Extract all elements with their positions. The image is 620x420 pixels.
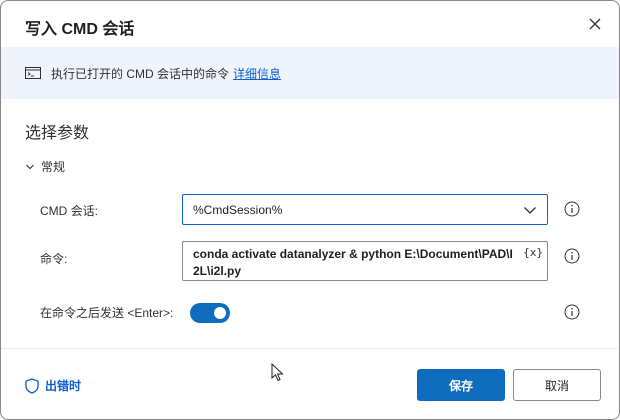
cmd-icon xyxy=(25,67,41,79)
command-value: conda activate datanalyzer & python E:\D… xyxy=(193,247,513,278)
general-group-toggle[interactable]: 常规 xyxy=(25,158,65,175)
mouse-cursor-icon xyxy=(271,363,284,382)
chevron-down-icon xyxy=(25,162,35,172)
close-icon xyxy=(589,18,601,30)
toggle-knob xyxy=(214,307,226,319)
command-input[interactable]: conda activate datanalyzer & python E:\D… xyxy=(182,241,548,281)
on-error-label: 出错时 xyxy=(45,379,82,393)
info-description: 执行已打开的 CMD 会话中的命令 xyxy=(51,66,229,81)
close-button[interactable] xyxy=(585,14,605,34)
chevron-down-icon xyxy=(523,204,537,216)
on-error-button[interactable]: 出错时 xyxy=(25,377,81,394)
session-value: %CmdSession% xyxy=(193,202,283,217)
session-select[interactable]: %CmdSession% xyxy=(182,194,548,225)
write-cmd-session-dialog: 写入 CMD 会话 执行已打开的 CMD 会话中的命令 详细信息 选择参数 常规 xyxy=(0,0,620,420)
command-label: 命令: xyxy=(40,252,68,266)
session-label: CMD 会话: xyxy=(40,204,98,218)
general-group-label: 常规 xyxy=(41,160,66,174)
send-enter-info-icon[interactable] xyxy=(564,304,580,320)
info-bar: 执行已打开的 CMD 会话中的命令 详细信息 xyxy=(1,47,619,99)
save-button[interactable]: 保存 xyxy=(417,369,505,401)
send-enter-label: 在命令之后发送 <Enter>: xyxy=(40,306,174,320)
send-enter-toggle[interactable] xyxy=(190,303,230,323)
dialog-titlebar: 写入 CMD 会话 xyxy=(1,1,619,47)
footer-divider xyxy=(1,348,619,349)
insert-variable-button[interactable]: {x} xyxy=(523,246,543,259)
section-title: 选择参数 xyxy=(25,125,90,142)
dialog-title: 写入 CMD 会话 xyxy=(25,21,135,38)
more-info-link[interactable]: 详细信息 xyxy=(233,65,281,82)
cancel-button[interactable]: 取消 xyxy=(513,369,601,401)
shield-icon xyxy=(25,377,39,394)
session-info-icon[interactable] xyxy=(564,201,580,217)
command-info-icon[interactable] xyxy=(564,248,580,264)
